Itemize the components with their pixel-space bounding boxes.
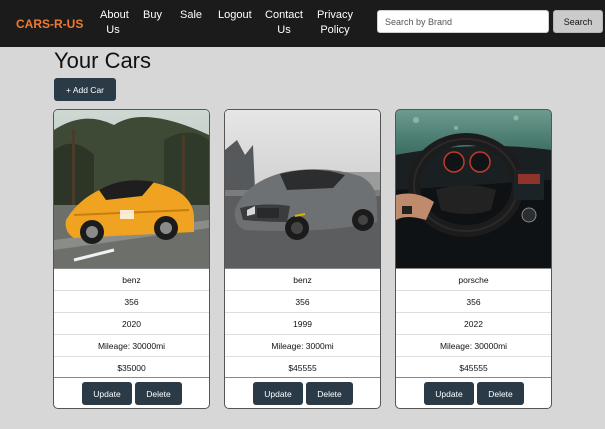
car-year: 2022 [396, 312, 551, 334]
car-model: 356 [54, 290, 209, 312]
car-mileage: Mileage: 30000mi [54, 334, 209, 356]
car-interior-dashboard-photo [396, 110, 551, 268]
page-title: Your Cars [54, 48, 152, 73]
navbar: CARS-R-US About Us Buy Sale Logout Conta… [0, 0, 605, 47]
car-card: benz 356 2020 Mileage: 30000mi $35000 Up… [53, 109, 210, 409]
car-brand: benz [225, 268, 380, 290]
add-car-button[interactable]: + Add Car [54, 78, 116, 101]
search-button[interactable]: Search [553, 10, 603, 33]
car-brand: porsche [396, 268, 551, 290]
gray-mercedes-amg-photo [225, 110, 380, 268]
car-mileage: Mileage: 3000mi [225, 334, 380, 356]
delete-button[interactable]: Delete [135, 382, 182, 405]
search-input[interactable] [377, 10, 549, 33]
nav-link-logout[interactable]: Logout [218, 8, 252, 23]
car-price: $45555 [396, 356, 551, 378]
car-price: $35000 [54, 356, 209, 378]
brand-logo[interactable]: CARS-R-US [16, 17, 83, 31]
car-mileage: Mileage: 30000mi [396, 334, 551, 356]
update-button[interactable]: Update [253, 382, 303, 405]
orange-sports-car-photo [54, 110, 209, 268]
nav-link-privacy-policy[interactable]: Privacy Policy [316, 8, 354, 38]
update-button[interactable]: Update [424, 382, 474, 405]
nav-link-buy[interactable]: Buy [143, 8, 162, 23]
car-card: benz 356 1999 Mileage: 3000mi $45555 Upd… [224, 109, 381, 409]
nav-link-sale[interactable]: Sale [180, 8, 202, 23]
car-card: porsche 356 2022 Mileage: 30000mi $45555… [395, 109, 552, 409]
car-price: $45555 [225, 356, 380, 378]
car-brand: benz [54, 268, 209, 290]
car-year: 1999 [225, 312, 380, 334]
car-year: 2020 [54, 312, 209, 334]
delete-button[interactable]: Delete [477, 382, 524, 405]
update-button[interactable]: Update [82, 382, 132, 405]
car-model: 356 [396, 290, 551, 312]
nav-link-about-us[interactable]: About Us [100, 8, 129, 38]
car-model: 356 [225, 290, 380, 312]
nav-link-contact-us[interactable]: Contact Us [264, 8, 304, 38]
delete-button[interactable]: Delete [306, 382, 353, 405]
